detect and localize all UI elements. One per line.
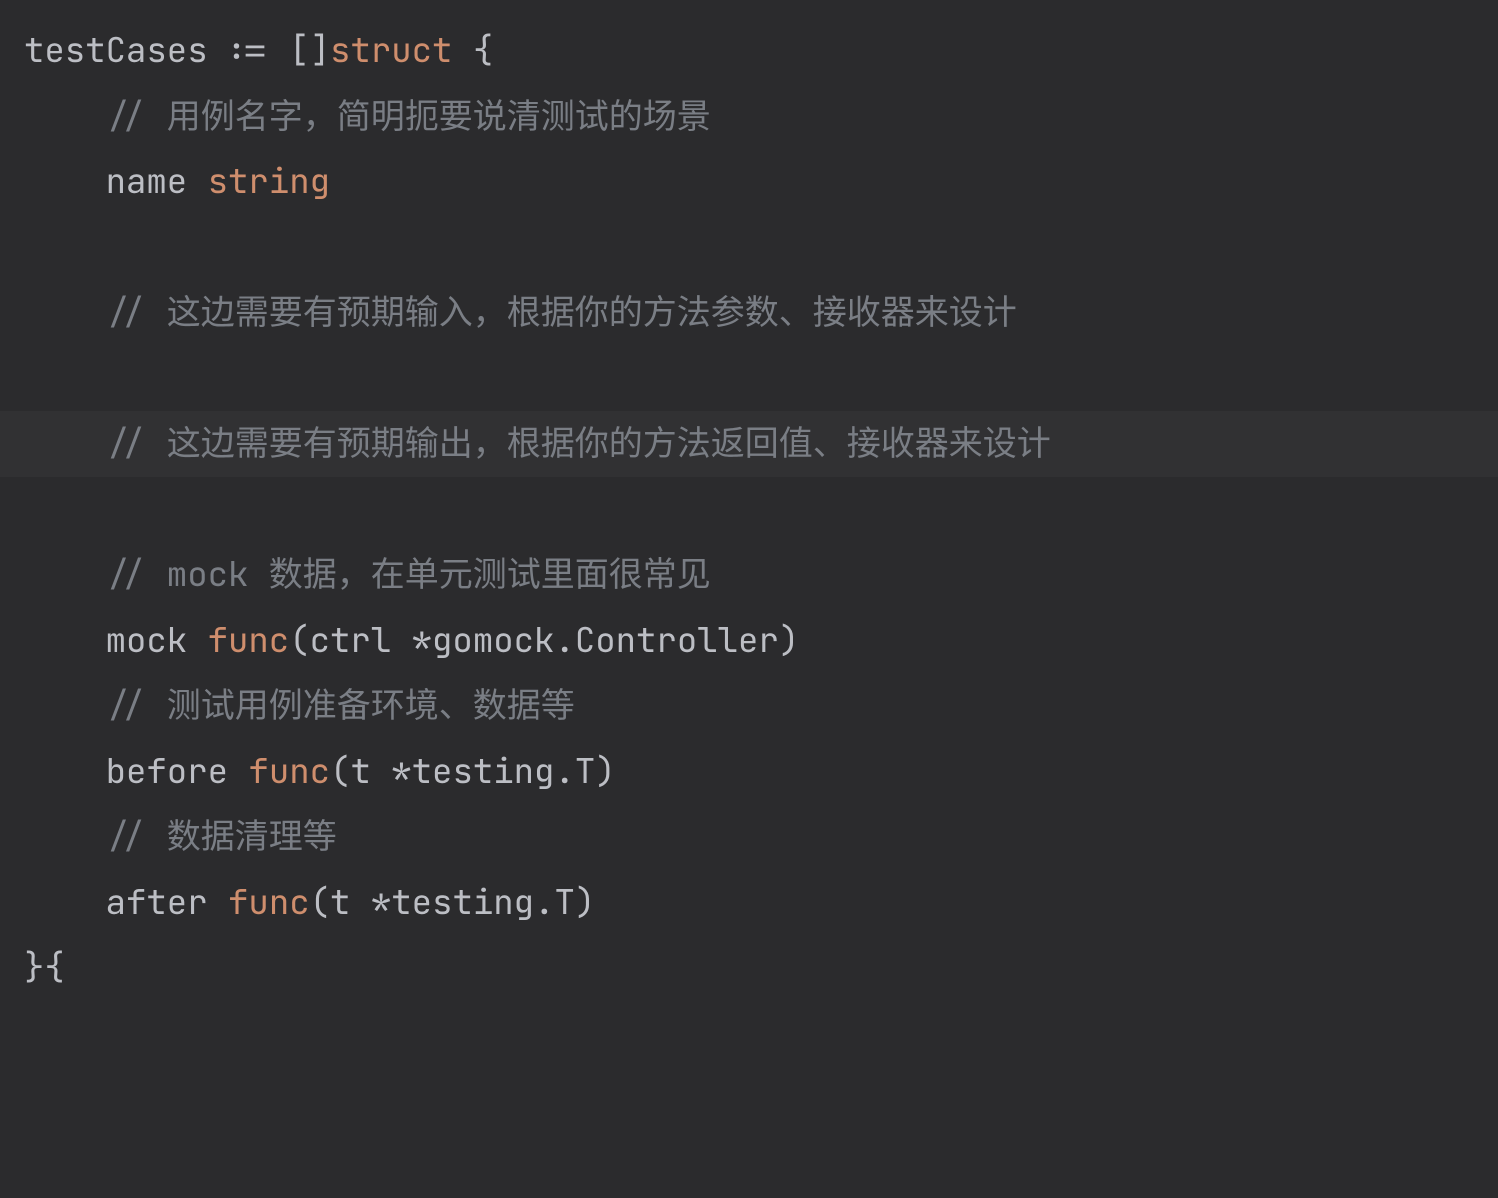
comment: // 这边需要有预期输出，根据你的方法返回值、接收器来设计: [106, 421, 1051, 466]
comment: // 这边需要有预期输入，根据你的方法参数、接收器来设计: [106, 290, 1017, 335]
paren-close: ): [575, 880, 595, 925]
field-name: name: [106, 159, 208, 204]
paren-close: ): [595, 749, 615, 794]
field-mock: mock: [106, 618, 208, 663]
code-line: after func(t *testing.T): [24, 880, 595, 925]
code-line: testCases := []struct {: [24, 28, 493, 73]
paren-close: ): [779, 618, 799, 663]
comment: // 数据清理等: [106, 814, 337, 859]
package-name: testing: [391, 880, 534, 925]
comment: // mock 数据，在单元测试里面很常见: [106, 552, 711, 597]
type-string: string: [208, 159, 330, 204]
keyword-struct: struct: [330, 28, 452, 73]
punctuation: []: [269, 28, 330, 73]
paren-open: (: [310, 880, 330, 925]
star: *: [412, 618, 432, 663]
comment: // 用例名字，简明扼要说清测试的场景: [106, 94, 711, 139]
code-line: mock func(ctrl *gomock.Controller): [24, 618, 799, 663]
identifier: testCases: [24, 28, 228, 73]
field-before: before: [106, 749, 249, 794]
keyword-func: func: [248, 749, 330, 794]
code-line: name string: [24, 159, 330, 204]
package-name: gomock: [432, 618, 554, 663]
paren-open: (: [289, 618, 309, 663]
code-line: // 这边需要有预期输出，根据你的方法返回值、接收器来设计: [24, 421, 1051, 466]
code-line: // 数据清理等: [24, 814, 337, 859]
code-line: }{: [24, 945, 65, 990]
param-name: t: [330, 880, 371, 925]
brace-close-open: }{: [24, 945, 65, 990]
type-name: T: [575, 749, 595, 794]
operator: :=: [228, 28, 269, 73]
code-line: // mock 数据，在单元测试里面很常见: [24, 552, 711, 597]
dot: .: [554, 749, 574, 794]
type-name: T: [554, 880, 574, 925]
paren-open: (: [330, 749, 350, 794]
code-line: // 测试用例准备环境、数据等: [24, 683, 575, 728]
dot: .: [534, 880, 554, 925]
brace-open: {: [452, 28, 493, 73]
star: *: [391, 749, 411, 794]
code-line: before func(t *testing.T): [24, 749, 616, 794]
comment: // 测试用例准备环境、数据等: [106, 683, 575, 728]
keyword-func: func: [208, 618, 290, 663]
type-name: Controller: [575, 618, 779, 663]
star: *: [371, 880, 391, 925]
dot: .: [554, 618, 574, 663]
param-name: ctrl: [310, 618, 412, 663]
package-name: testing: [412, 749, 555, 794]
code-block: testCases := []struct { // 用例名字，简明扼要说清测试…: [0, 0, 1498, 1001]
code-line: // 用例名字，简明扼要说清测试的场景: [24, 94, 711, 139]
code-line: // 这边需要有预期输入，根据你的方法参数、接收器来设计: [24, 290, 1017, 335]
keyword-func: func: [228, 880, 310, 925]
field-after: after: [106, 880, 228, 925]
param-name: t: [350, 749, 391, 794]
